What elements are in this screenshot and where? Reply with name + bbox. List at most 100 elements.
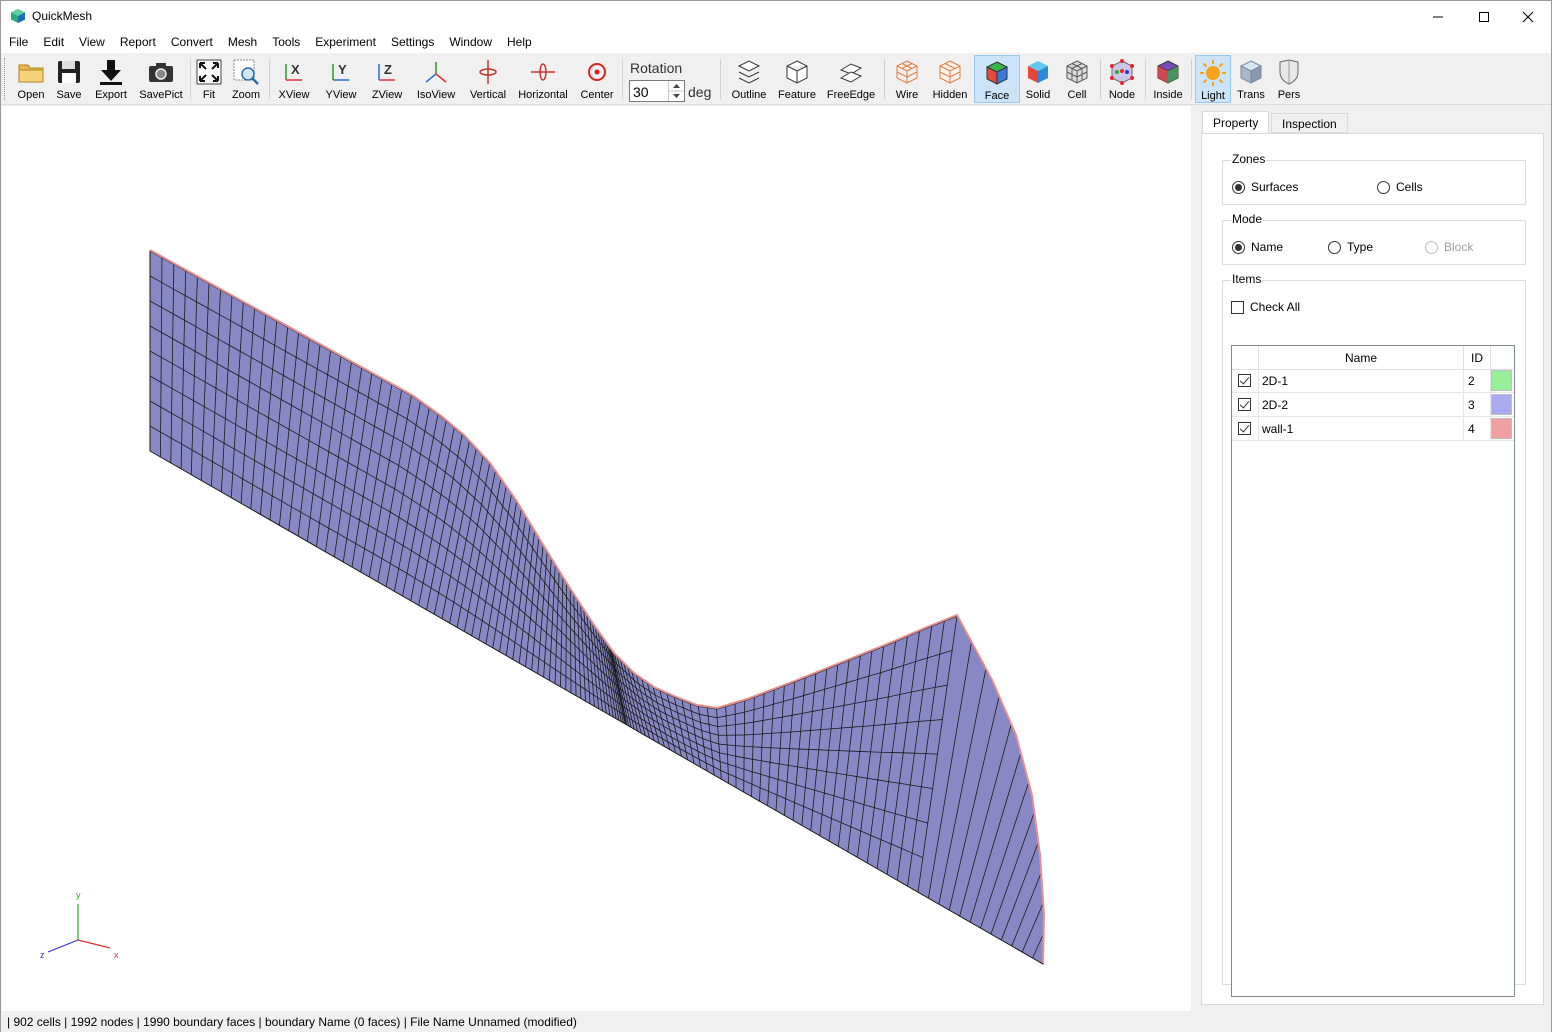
close-button[interactable] (1505, 1, 1551, 32)
hidden-line-cube-icon (939, 60, 961, 84)
menu-view[interactable]: View (71, 32, 112, 53)
fit-button[interactable]: Fit (194, 55, 224, 103)
minimize-icon (1433, 16, 1443, 17)
check-all[interactable]: Check All (1231, 300, 1300, 314)
cell-button[interactable]: Cell (1061, 55, 1093, 103)
xview-button[interactable]: X XView (275, 55, 313, 103)
inside-button[interactable]: Inside (1150, 55, 1186, 103)
light-label: Light (1201, 90, 1225, 102)
feature-button[interactable]: Feature (775, 55, 819, 103)
zoom-button[interactable]: Zoom (229, 55, 263, 103)
export-button[interactable]: Export (91, 55, 131, 103)
app-logo-icon (11, 9, 25, 23)
row-id: 2 (1464, 369, 1491, 393)
vertical-button[interactable]: Vertical (467, 55, 509, 103)
items-table: Name ID 2D-1 2 2D-2 3 wall-1 4 (1231, 345, 1515, 997)
face-button[interactable]: Face (974, 55, 1020, 103)
menu-help[interactable]: Help (499, 32, 539, 53)
outline-button[interactable]: Outline (728, 55, 770, 103)
column-header-name[interactable]: Name (1259, 346, 1464, 370)
node-label: Node (1108, 89, 1136, 101)
rotation-spinner[interactable] (668, 81, 684, 101)
face-colored-cube-icon (985, 61, 1009, 85)
horizontal-button[interactable]: Horizontal (515, 55, 571, 103)
menu-convert[interactable]: Convert (163, 32, 220, 53)
wire-cube-icon (896, 60, 918, 84)
row-color-swatch[interactable] (1491, 370, 1512, 391)
menu-tools[interactable]: Tools (264, 32, 307, 53)
radio-cells-label: Cells (1396, 180, 1423, 194)
savepict-button[interactable]: SavePict (137, 55, 185, 103)
zview-button[interactable]: Z ZView (367, 55, 407, 103)
trans-button[interactable]: Trans (1235, 55, 1267, 103)
menu-file[interactable]: File (1, 32, 35, 53)
tab-property[interactable]: Property (1202, 111, 1270, 134)
open-button[interactable]: Open (13, 55, 49, 103)
menu-edit[interactable]: Edit (35, 32, 71, 53)
row-name: wall-1 (1259, 417, 1464, 441)
save-button[interactable]: Save (51, 55, 87, 103)
menu-report[interactable]: Report (112, 32, 163, 53)
menu-settings[interactable]: Settings (383, 32, 441, 53)
face-label: Face (984, 90, 1010, 102)
toolbar-separator (622, 59, 623, 99)
mode-group: Mode Name Type Block (1222, 212, 1526, 265)
toolbar-separator (720, 59, 721, 99)
check-all-label: Check All (1250, 300, 1301, 314)
row-checkbox[interactable] (1238, 398, 1251, 411)
toolbar-grip[interactable] (4, 58, 7, 100)
zones-group: Zones Surfaces Cells (1222, 152, 1526, 205)
yview-icon-letter: Y (338, 62, 347, 77)
table-row[interactable]: wall-1 4 (1232, 417, 1514, 441)
quickmesh-window: QuickMesh File Edit View Report Convert … (0, 0, 1552, 1032)
items-title: Items (1231, 272, 1263, 286)
menu-mesh[interactable]: Mesh (220, 32, 264, 53)
radio-type-indicator (1328, 240, 1341, 254)
menu-experiment[interactable]: Experiment (307, 32, 383, 53)
row-checkbox-cell (1232, 393, 1259, 417)
yview-label: YView (325, 89, 357, 101)
hidden-button[interactable]: Hidden (929, 55, 971, 103)
vertical-label: Vertical (469, 89, 507, 101)
radio-name[interactable]: Name (1232, 240, 1283, 254)
minimize-button[interactable] (1415, 1, 1461, 32)
row-checkbox[interactable] (1238, 374, 1251, 387)
maximize-button[interactable] (1461, 1, 1507, 32)
inside-label: Inside (1153, 89, 1183, 101)
node-button[interactable]: Node (1105, 55, 1139, 103)
check-all-checkbox[interactable] (1231, 300, 1244, 314)
pers-button[interactable]: Pers (1273, 55, 1305, 103)
radio-type[interactable]: Type (1328, 240, 1373, 254)
z-axis-view-icon: Z (378, 62, 395, 81)
freeedge-label: FreeEdge (826, 89, 876, 101)
axis-triad: y x z (40, 890, 119, 960)
wire-button[interactable]: Wire (890, 55, 924, 103)
freeedge-button[interactable]: FreeEdge (825, 55, 877, 103)
toolbar-separator (884, 59, 885, 99)
perspective-shield-icon (1279, 59, 1299, 85)
feature-label: Feature (778, 89, 816, 101)
radio-cells[interactable]: Cells (1377, 180, 1423, 194)
yview-button[interactable]: Y YView (321, 55, 361, 103)
row-checkbox[interactable] (1238, 422, 1251, 435)
radio-surfaces[interactable]: Surfaces (1232, 180, 1298, 194)
3d-viewport[interactable]: y x z (2, 106, 1191, 1011)
menu-bar: File Edit View Report Convert Mesh Tools… (1, 32, 1551, 53)
row-color-swatch[interactable] (1491, 394, 1512, 415)
menu-window[interactable]: Window (441, 32, 499, 53)
center-label: Center (580, 89, 614, 101)
feature-cube-icon (786, 60, 808, 84)
tab-inspection[interactable]: Inspection (1271, 113, 1348, 133)
radio-block-label: Block (1444, 240, 1474, 254)
row-color-swatch[interactable] (1491, 418, 1512, 439)
solid-button[interactable]: Solid (1023, 55, 1053, 103)
isoview-button[interactable]: IsoView (413, 55, 459, 103)
horizontal-rotation-icon (531, 63, 555, 81)
table-row[interactable]: 2D-2 3 (1232, 393, 1514, 417)
table-row[interactable]: 2D-1 2 (1232, 369, 1514, 393)
center-button[interactable]: Center (577, 55, 617, 103)
mesh-render[interactable] (2, 106, 1191, 1011)
mesh-body[interactable] (149, 250, 1045, 965)
column-header-id[interactable]: ID (1464, 346, 1491, 370)
light-button[interactable]: Light (1195, 55, 1231, 103)
